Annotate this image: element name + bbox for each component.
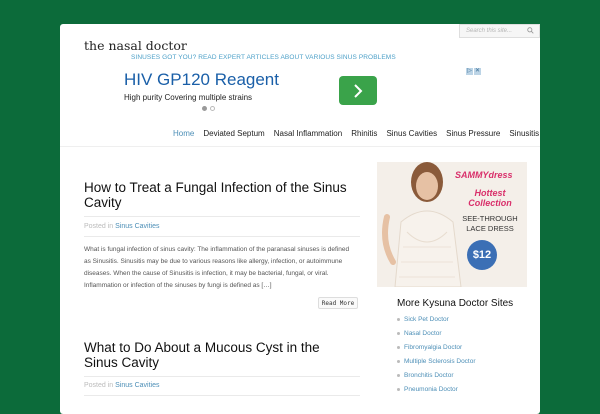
ad-title[interactable]: HIV GP120 Reagent bbox=[124, 70, 279, 90]
site-tagline: SINUSES GOT YOU? READ EXPERT ARTICLES AB… bbox=[131, 54, 396, 61]
post-divider bbox=[84, 376, 360, 377]
nav-home[interactable]: Home bbox=[173, 129, 194, 141]
post-title[interactable]: What to Do About a Mucous Cyst in the Si… bbox=[84, 340, 354, 370]
post-title[interactable]: How to Treat a Fungal Infection of the S… bbox=[84, 180, 354, 210]
search-input[interactable]: Search this site... bbox=[459, 24, 540, 38]
side-ad-line4: LACE DRESS bbox=[466, 224, 514, 233]
side-ad-line1: Hottest bbox=[474, 188, 506, 198]
sidebar-link[interactable]: Bronchitis Doctor bbox=[397, 369, 476, 383]
nav-sinus-pressure[interactable]: Sinus Pressure bbox=[446, 129, 500, 141]
read-more-button[interactable]: Read More bbox=[318, 297, 358, 309]
bullet-icon bbox=[397, 388, 400, 391]
nav-divider bbox=[60, 146, 540, 147]
post-divider bbox=[84, 236, 360, 237]
nav-rhinitis[interactable]: Rhinitis bbox=[351, 129, 377, 141]
sidebar-link-label: Pneumonia Doctor bbox=[404, 386, 458, 393]
sidebar-ad[interactable]: SAMMYdress Hottest Collection SEE-THROUG… bbox=[377, 162, 527, 287]
posted-in-label: Posted in bbox=[84, 382, 114, 389]
sidebar-link[interactable]: Pneumonia Doctor bbox=[397, 383, 476, 397]
banner-ad[interactable]: HIV GP120 Reagent High purity Covering m… bbox=[116, 66, 484, 116]
ad-arrow-button[interactable] bbox=[339, 76, 377, 105]
bullet-icon bbox=[397, 374, 400, 377]
sidebar-link-label: Nasal Doctor bbox=[404, 330, 442, 337]
side-ad-brand: SAMMYdress bbox=[455, 170, 513, 180]
nav-deviated-septum[interactable]: Deviated Septum bbox=[203, 129, 264, 141]
post-divider bbox=[84, 216, 360, 217]
search-icon[interactable] bbox=[527, 27, 534, 34]
sidebar-link[interactable]: Multiple Sclerosis Doctor bbox=[397, 355, 476, 369]
ad-choices-icon[interactable]: ▷ ✕ bbox=[466, 68, 482, 75]
sidebar-link[interactable]: Fibromyalgia Doctor bbox=[397, 341, 476, 355]
ad-dot[interactable] bbox=[210, 106, 215, 111]
post-meta: Posted in Sinus Cavities bbox=[84, 223, 160, 230]
sidebar-link-list: Sick Pet Doctor Nasal Doctor Fibromyalgi… bbox=[397, 313, 476, 397]
search-placeholder: Search this site... bbox=[466, 28, 513, 34]
main-nav: Home Deviated Septum Nasal Inflammation … bbox=[173, 129, 548, 141]
post-category-link[interactable]: Sinus Cavities bbox=[115, 382, 159, 389]
ad-pagination bbox=[202, 106, 215, 111]
post-divider bbox=[84, 395, 360, 396]
nav-nasal-inflammation[interactable]: Nasal Inflammation bbox=[274, 129, 342, 141]
ad-dot-active[interactable] bbox=[202, 106, 207, 111]
sidebar-link-label: Sick Pet Doctor bbox=[404, 316, 449, 323]
bullet-icon bbox=[397, 318, 400, 321]
sidebar-link-label: Fibromyalgia Doctor bbox=[404, 344, 463, 351]
post-excerpt: What is fungal infection of sinus cavity… bbox=[84, 246, 350, 289]
sidebar-link[interactable]: Nasal Doctor bbox=[397, 327, 476, 341]
nav-sinus-cavities[interactable]: Sinus Cavities bbox=[386, 129, 437, 141]
side-ad-line3: SEE-THROUGH bbox=[462, 214, 518, 223]
sidebar-link-label: Multiple Sclerosis Doctor bbox=[404, 358, 476, 365]
bullet-icon bbox=[397, 346, 400, 349]
post-category-link[interactable]: Sinus Cavities bbox=[115, 223, 159, 230]
ad-info-icon[interactable]: ▷ bbox=[466, 68, 473, 75]
nav-sinusitis[interactable]: Sinusitis bbox=[509, 129, 539, 141]
site-title[interactable]: the nasal doctor bbox=[84, 38, 187, 53]
side-ad-price-badge: $12 bbox=[467, 240, 497, 270]
sidebar-heading: More Kysuna Doctor Sites bbox=[397, 298, 514, 309]
chevron-right-icon bbox=[354, 83, 363, 98]
sidebar-link[interactable]: Sick Pet Doctor bbox=[397, 313, 476, 327]
ad-subtitle: High purity Covering multiple strains bbox=[124, 93, 253, 102]
bullet-icon bbox=[397, 360, 400, 363]
ad-close-icon[interactable]: ✕ bbox=[474, 68, 481, 75]
bullet-icon bbox=[397, 332, 400, 335]
side-ad-line2: Collection bbox=[468, 198, 512, 208]
post-meta: Posted in Sinus Cavities bbox=[84, 382, 160, 389]
sidebar-link-label: Bronchitis Doctor bbox=[404, 372, 454, 379]
side-ad-price: $12 bbox=[472, 249, 492, 261]
posted-in-label: Posted in bbox=[84, 223, 114, 230]
